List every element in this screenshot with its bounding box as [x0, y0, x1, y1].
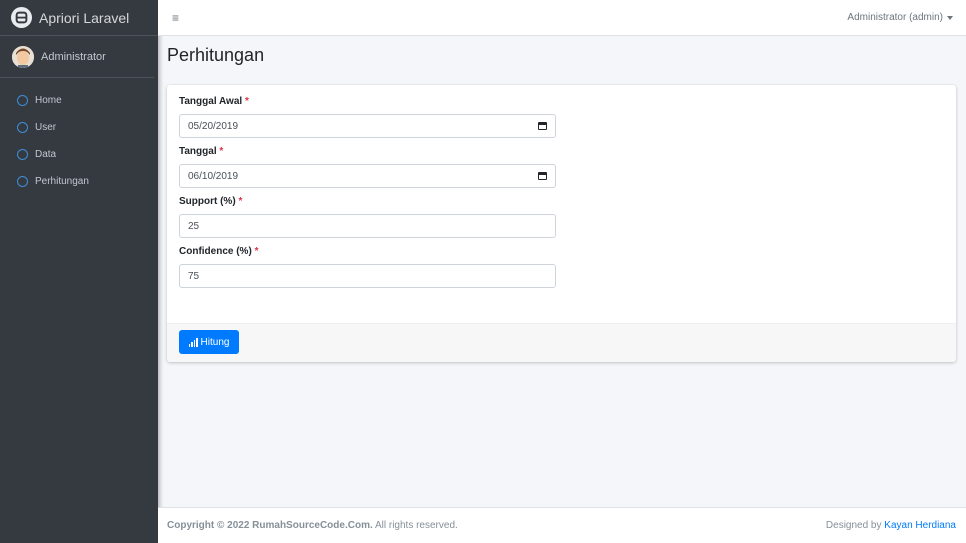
circle-icon [17, 149, 28, 160]
user-panel[interactable]: Administrator [0, 36, 154, 78]
copyright: Copyright © 2022 RumahSourceCode.Com. Al… [167, 520, 458, 531]
tanggal-awal-input[interactable]: 05/20/2019 [179, 114, 556, 138]
user-dropdown-label: Administrator (admin) [847, 12, 943, 23]
user-dropdown[interactable]: Administrator (admin) [847, 12, 953, 23]
calendar-icon[interactable] [538, 122, 547, 130]
brand-text: Apriori Laravel [39, 9, 130, 26]
form-group-support: Support (%) * 25 [179, 196, 944, 238]
sidebar-item-user[interactable]: User [0, 114, 158, 141]
tanggal-input[interactable]: 06/10/2019 [179, 164, 556, 188]
tanggal-label: Tanggal * [179, 146, 944, 157]
sidebar-item-data[interactable]: Data [0, 141, 158, 168]
hitung-button[interactable]: Hitung [179, 330, 239, 354]
card-body: Tanggal Awal * 05/20/2019 Tanggal * 06/1… [167, 85, 956, 323]
hamburger-menu-icon[interactable]: ≡ [172, 11, 179, 25]
required-mark: * [219, 146, 224, 157]
form-group-tanggal: Tanggal * 06/10/2019 [179, 146, 944, 188]
designed-by-text: Designed by [825, 520, 885, 531]
input-value: 75 [188, 270, 200, 282]
circle-icon [17, 95, 28, 106]
tanggal-awal-label: Tanggal Awal * [179, 96, 944, 107]
page-title: Perhitungan [167, 45, 265, 65]
sidebar-nav: Home User Data Perhitungan [0, 78, 158, 195]
hitung-button-label: Hitung [200, 336, 230, 348]
form-group-tanggal-awal: Tanggal Awal * 05/20/2019 [179, 96, 944, 138]
sidebar-item-label: Home [35, 95, 62, 106]
circle-icon [17, 176, 28, 187]
input-value: 25 [188, 220, 200, 232]
designer-credit: Designed by Kayan Herdiana [826, 520, 956, 531]
sidebar-item-label: User [35, 122, 57, 133]
sidebar-item-home[interactable]: Home [0, 87, 158, 114]
sidebar-item-label: Data [35, 149, 57, 160]
label-text: Tanggal [179, 146, 217, 157]
top-navbar: ≡ Administrator (admin) [158, 0, 966, 36]
calendar-icon[interactable] [538, 172, 547, 180]
confidence-label: Confidence (%) * [179, 246, 944, 257]
signal-bars-icon [188, 337, 199, 347]
caret-down-icon [947, 15, 953, 20]
input-value: 05/20/2019 [188, 120, 239, 132]
input-value: 06/10/2019 [188, 170, 239, 182]
sidebar: Apriori Laravel Administrator Home User … [0, 0, 158, 543]
copyright-text: Copyright © 2022 RumahSourceCode.Com. [167, 520, 373, 531]
user-name: Administrator [41, 50, 106, 63]
required-mark: * [238, 196, 243, 207]
form-card: Tanggal Awal * 05/20/2019 Tanggal * 06/1… [167, 85, 956, 362]
form-group-confidence: Confidence (%) * 75 [179, 246, 944, 288]
page-footer: Copyright © 2022 RumahSourceCode.Com. Al… [158, 507, 966, 543]
avatar [12, 45, 34, 68]
label-text: Confidence (%) [179, 246, 252, 257]
label-text: Tanggal Awal [179, 96, 243, 107]
sidebar-item-label: Perhitungan [35, 176, 89, 187]
required-mark: * [244, 96, 249, 107]
required-mark: * [254, 246, 259, 257]
support-label: Support (%) * [179, 196, 944, 207]
confidence-input[interactable]: 75 [179, 264, 556, 288]
brand-link[interactable]: Apriori Laravel [0, 0, 158, 36]
support-input[interactable]: 25 [179, 214, 556, 238]
label-text: Support (%) [179, 196, 236, 207]
circle-icon [17, 122, 28, 133]
designer-link[interactable]: Kayan Herdiana [884, 520, 956, 531]
sidebar-item-perhitungan[interactable]: Perhitungan [0, 168, 158, 195]
rights-text: All rights reserved. [372, 520, 458, 531]
card-footer: Hitung [167, 323, 956, 362]
brand-logo-icon [11, 7, 32, 28]
